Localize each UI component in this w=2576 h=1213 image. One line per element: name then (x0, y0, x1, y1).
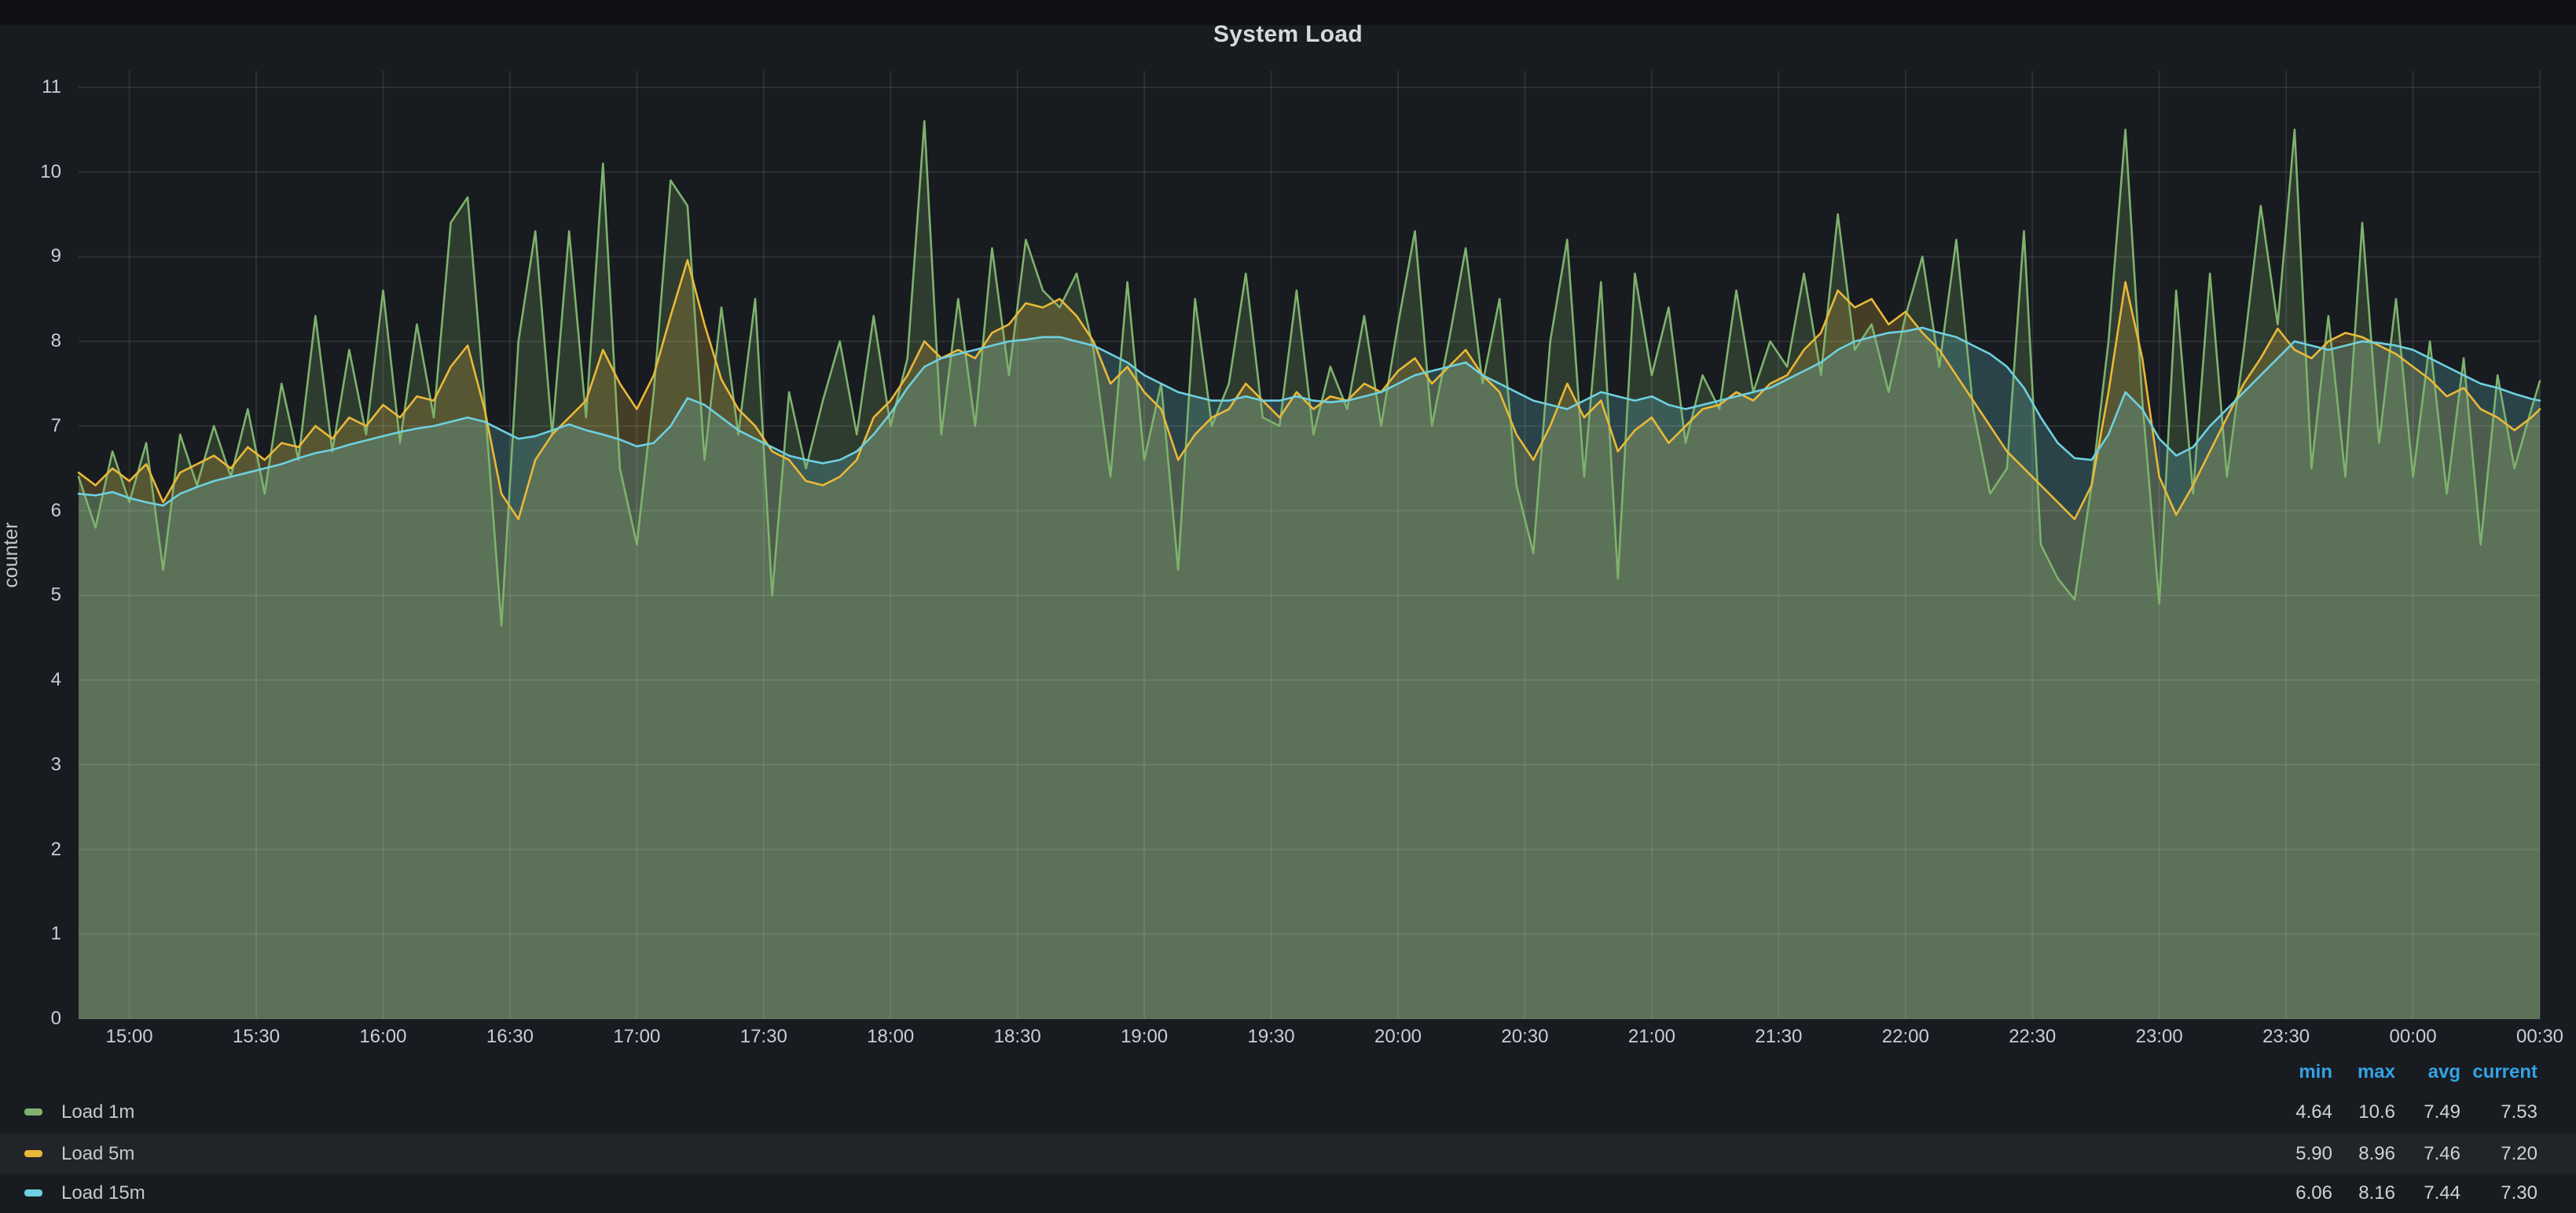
x-tick-label: 19:00 (1089, 1024, 1199, 1049)
x-tick-label: 00:30 (2485, 1024, 2576, 1049)
x-tick-label: 20:00 (1343, 1024, 1453, 1049)
x-tick-label: 22:30 (1977, 1024, 2087, 1049)
x-tick-label: 15:30 (201, 1024, 311, 1049)
legend-row-load-5m[interactable]: Load 5m5.908.967.467.20 (0, 1134, 2576, 1174)
x-tick-label: 18:00 (835, 1024, 945, 1049)
y-tick-label: 0 (0, 1007, 61, 1031)
y-tick-label: 8 (0, 329, 61, 353)
y-tick-label: 3 (0, 753, 61, 777)
legend-series-label[interactable]: Load 5m (61, 1134, 134, 1174)
legend-header-row: minmaxavgcurrent (0, 1055, 2576, 1090)
y-tick-label: 6 (0, 499, 61, 523)
x-tick-label: 20:30 (1470, 1024, 1580, 1049)
x-tick-label: 16:00 (328, 1024, 438, 1049)
y-tick-label: 1 (0, 922, 61, 946)
x-tick-label: 23:00 (2104, 1024, 2215, 1049)
x-tick-label: 19:30 (1216, 1024, 1327, 1049)
x-tick-label: 00:00 (2358, 1024, 2468, 1049)
y-tick-label: 9 (0, 244, 61, 268)
y-tick-label: 4 (0, 668, 61, 692)
legend: minmaxavgcurrent Load 1m4.6410.67.497.53… (0, 1053, 2576, 1212)
y-tick-label: 10 (0, 160, 61, 184)
series-color-swatch[interactable] (24, 1108, 42, 1116)
legend-value-current: 7.20 (2420, 1134, 2537, 1174)
x-tick-label: 15:00 (75, 1024, 185, 1049)
y-tick-label: 7 (0, 414, 61, 438)
legend-row-load-1m[interactable]: Load 1m4.6410.67.497.53 (0, 1092, 2576, 1132)
y-tick-label: 2 (0, 838, 61, 862)
x-tick-label: 16:30 (455, 1024, 565, 1049)
x-tick-label: 22:00 (1851, 1024, 1961, 1049)
legend-series-label[interactable]: Load 15m (61, 1173, 145, 1213)
series-color-swatch[interactable] (24, 1150, 42, 1157)
y-tick-label: 5 (0, 583, 61, 607)
x-tick-label: 21:00 (1597, 1024, 1707, 1049)
x-tick-label: 23:30 (2231, 1024, 2341, 1049)
legend-row-load-15m[interactable]: Load 15m6.068.167.447.30 (0, 1173, 2576, 1213)
legend-value-current: 7.53 (2420, 1092, 2537, 1132)
series-color-swatch[interactable] (24, 1189, 42, 1196)
legend-series-label[interactable]: Load 1m (61, 1092, 134, 1132)
x-tick-label: 17:30 (709, 1024, 819, 1049)
legend-column-current[interactable]: current (2420, 1055, 2537, 1090)
x-tick-label: 18:30 (963, 1024, 1073, 1049)
y-tick-label: 11 (0, 75, 61, 99)
x-tick-label: 17:00 (582, 1024, 692, 1049)
x-tick-label: 21:30 (1723, 1024, 1833, 1049)
legend-value-current: 7.30 (2420, 1173, 2537, 1213)
